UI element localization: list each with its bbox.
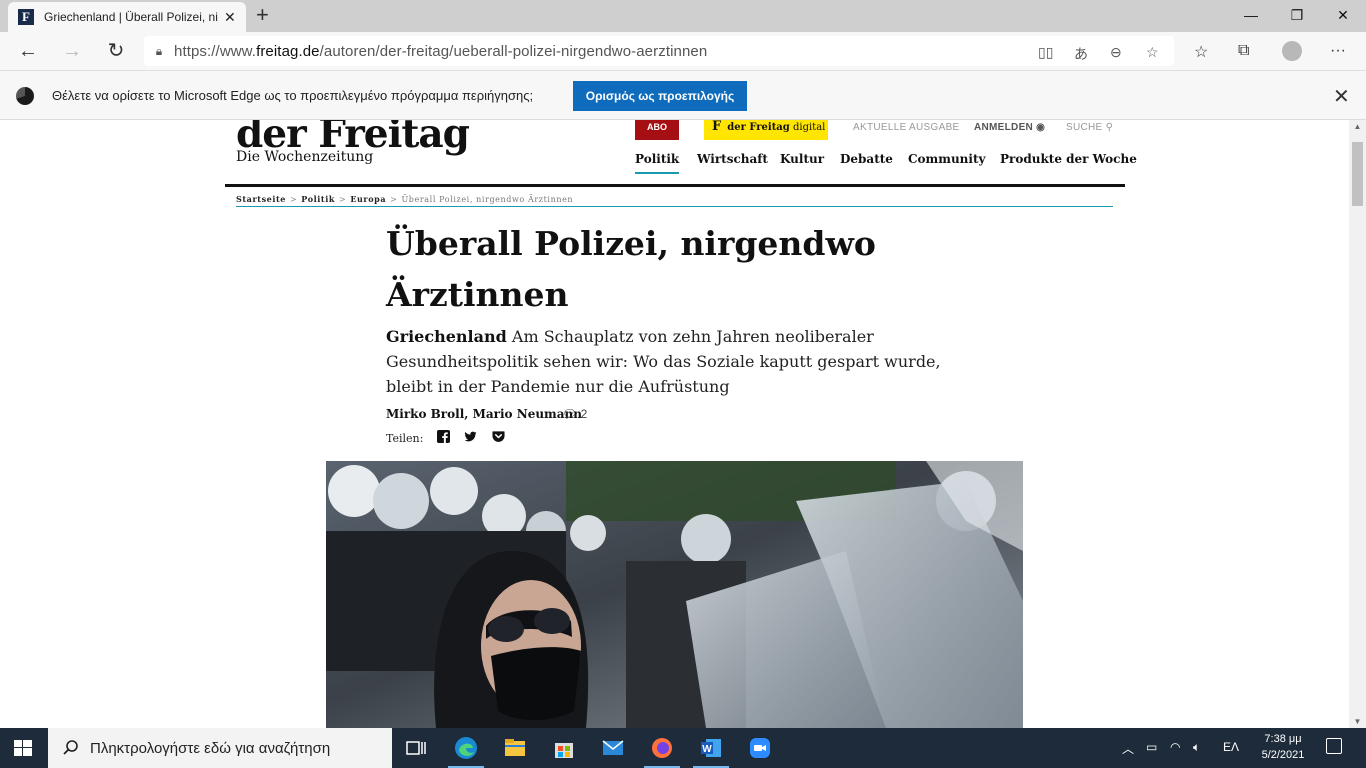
mail-icon[interactable] [601,736,625,760]
new-tab-icon[interactable]: + [256,4,269,26]
breadcrumb-separator: > [390,195,398,204]
breadcrumb: Startseite > Politik > Europa > Überall Polize… [236,194,573,204]
taskbar-search-field[interactable]: Πληκτρολογήστε εδώ για αναζήτηση [48,728,392,768]
comments-link[interactable]: 💬︎ 2 [562,407,587,421]
clock-date: 5/2/2021 [1261,749,1305,761]
word-icon[interactable]: W [699,736,723,760]
url-text[interactable]: https://www.freitag.de/autoren/der-freit… [174,43,707,60]
browser-tab[interactable]: F Griechenland | Überall Polizei, nirgen… [8,2,246,32]
login-link[interactable]: ANMELDEN ◉ [974,122,1045,133]
address-toolbar: ← → ↻ 🔒︎ https://www.freitag.de/autoren/… [0,32,1366,70]
window-close-icon[interactable]: ✕ [1320,0,1366,30]
nav-debatte[interactable]: Debatte [840,152,893,166]
notification-center-icon[interactable] [1326,738,1342,754]
comment-icon: 💬︎ [562,407,578,421]
store-icon[interactable] [552,736,576,760]
scroll-up-icon[interactable]: ▲ [1349,122,1366,131]
breadcrumb-politik[interactable]: Politik [301,194,335,204]
user-icon: ◉ [1036,122,1046,133]
digital-brand: der Freitag [727,122,790,133]
site-tagline: Die Wochenzeitung [236,149,374,165]
task-view-icon[interactable] [404,736,428,760]
breadcrumb-divider [236,206,1113,207]
zoom-app-icon[interactable] [748,736,772,760]
restore-icon[interactable]: ❐ [1274,0,1320,30]
firefox-icon[interactable] [650,736,674,760]
tab-close-icon[interactable]: ✕ [224,9,236,26]
search-icon [63,740,78,755]
volume-icon[interactable]: 🔈︎ [1193,740,1200,755]
nav-produkte[interactable]: Produkte der Woche [1000,152,1137,166]
scroll-down-icon[interactable]: ▼ [1349,717,1366,726]
digital-suffix: digital [792,122,826,133]
windows-taskbar: Πληκτρολογήστε εδώ για αναζήτηση W ︿ ▭ ◠… [0,728,1366,768]
article-kicker: Griechenland [386,327,507,346]
article-authors[interactable]: Mirko Broll, Mario Neumann [386,407,582,421]
twitter-icon[interactable] [464,430,477,443]
file-explorer-icon[interactable] [503,736,527,760]
nav-politik[interactable]: Politik [635,152,680,174]
back-icon[interactable]: ← [10,32,46,70]
minimize-icon[interactable]: ― [1228,0,1274,30]
scroll-thumb[interactable] [1352,142,1363,206]
default-browser-infobar: Θέλετε να ορίσετε το Microsoft Edge ως τ… [0,70,1366,120]
freitag-favicon-icon: F [18,9,34,25]
profile-avatar[interactable] [1282,41,1302,61]
windows-start-icon[interactable] [14,740,32,756]
clock-time: 7:38 μμ [1264,733,1302,745]
infobar-message: Θέλετε να ορίσετε το Microsoft Edge ως τ… [52,88,534,103]
edge-logo-icon [16,87,34,105]
share-label: Teilen: [386,432,424,445]
tray-overflow-icon[interactable]: ︿ [1122,740,1134,757]
article-standfirst: Griechenland Am Schauplatz von zehn Jahr… [386,324,956,399]
battery-icon[interactable]: ▭ [1146,740,1157,754]
tab-strip: F Griechenland | Überall Polizei, nirgen… [0,0,1366,32]
taskbar-search-placeholder: Πληκτρολογήστε εδώ για αναζήτηση [90,739,331,757]
abo-button[interactable]: ABO [635,120,679,140]
tab-title: Griechenland | Überall Polizei, nirgendw… [44,10,218,24]
taskbar-clock[interactable]: 7:38 μμ 5/2/2021 [1251,731,1315,763]
breadcrumb-europa[interactable]: Europa [350,194,386,204]
nav-wirtschaft[interactable]: Wirtschaft [697,152,768,166]
more-menu-icon[interactable]: ··· [1330,42,1346,60]
header-divider [225,184,1125,187]
article-headline: Überall Polizei, nirgendwo Ärztinnen [386,224,876,314]
refresh-icon[interactable]: ↻ [98,32,134,70]
digital-f-icon: F [712,120,722,134]
search-link[interactable]: SUCHE ⚲ [1066,122,1113,133]
translate-icon[interactable]: あ [1074,44,1088,64]
language-indicator[interactable]: ΕΛ [1223,740,1239,754]
url-field[interactable]: 🔒︎ https://www.freitag.de/autoren/der-fr… [144,36,1174,66]
breadcrumb-separator: > [289,195,298,204]
forward-icon[interactable]: → [54,32,90,70]
nav-community[interactable]: Community [908,152,985,166]
wifi-icon[interactable]: ◠ [1170,740,1180,754]
collections-icon[interactable]: ⧉ [1238,42,1249,60]
freitag-digital-link[interactable]: Fder Freitag digital [704,120,828,140]
reader-view-icon[interactable]: ▯▯ [1038,44,1053,61]
search-label: SUCHE [1066,122,1103,133]
page-scrollbar[interactable]: ▲ ▼ [1349,120,1366,728]
current-issue-link[interactable]: AKTUELLE AUSGABE [853,122,960,133]
lock-icon[interactable]: 🔒︎ [144,44,174,59]
favorites-icon[interactable]: ☆ [1194,42,1208,62]
facebook-icon[interactable] [437,430,450,443]
favorite-add-icon[interactable]: ☆ [1146,44,1159,61]
pocket-icon[interactable] [492,430,505,443]
breadcrumb-startseite[interactable]: Startseite [236,194,286,204]
infobar-close-icon[interactable]: ✕ [1333,84,1350,109]
set-default-button[interactable]: Ορισμός ως προεπιλογής [573,81,747,111]
page-viewport: der Freitag Die Wochenzeitung ABO Fder F… [0,120,1349,728]
edge-icon[interactable] [454,736,478,760]
breadcrumb-current: Überall Polizei, nirgendwo Ärztinnen [401,195,574,204]
zoom-icon[interactable]: ⊖ [1110,44,1122,61]
breadcrumb-separator: > [339,195,347,204]
nav-kultur[interactable]: Kultur [780,152,824,166]
comment-count: 2 [580,407,588,421]
search-icon: ⚲ [1105,122,1114,133]
article-hero-image[interactable] [326,461,1023,728]
svg-text:W: W [702,744,712,755]
login-label: ANMELDEN [974,122,1034,133]
